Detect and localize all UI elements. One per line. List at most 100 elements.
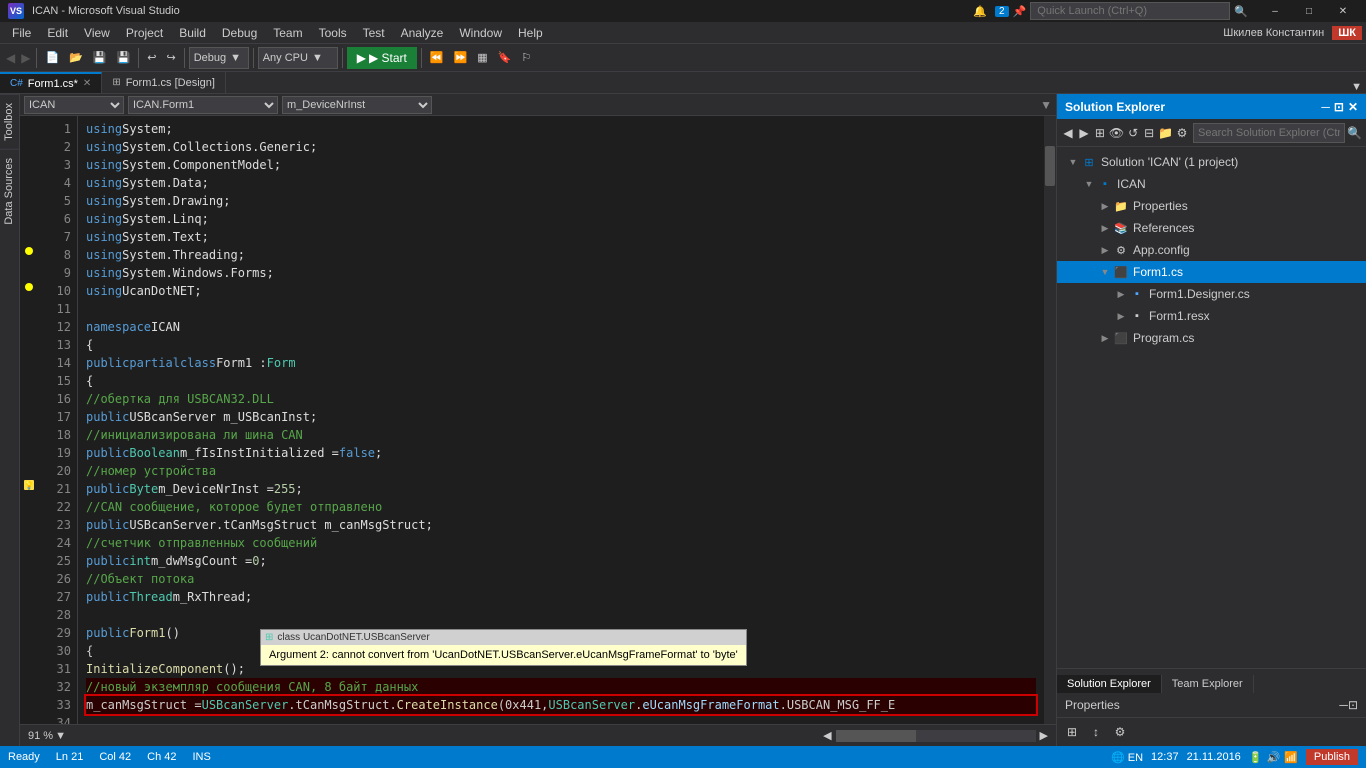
code-line-19: public Boolean m_fIsInstInitialized = fa…	[86, 444, 1036, 462]
status-bar: Ready Ln 21 Col 42 Ch 42 INS 🌐 EN 12:37 …	[0, 746, 1366, 768]
se-search-input[interactable]	[1193, 123, 1345, 143]
menu-file[interactable]: File	[4, 24, 39, 42]
title-bar: VS ICAN - Microsoft Visual Studio 🔔 2 📌 …	[0, 0, 1366, 22]
tree-item-6[interactable]: ▶▪Form1.Designer.cs	[1057, 283, 1366, 305]
publish-button[interactable]: Publish	[1306, 749, 1358, 765]
save-btn[interactable]: 💾	[89, 47, 111, 69]
class-selector[interactable]: ICAN.Form1	[128, 96, 278, 114]
toolbar-extra-2[interactable]: ⏩	[450, 47, 472, 69]
se-collapse[interactable]: ⊟	[1142, 122, 1156, 144]
tree-item-8[interactable]: ▶⬛Program.cs	[1057, 327, 1366, 349]
search-icon[interactable]: 🔍	[1234, 5, 1248, 18]
menu-window[interactable]: Window	[451, 24, 510, 42]
pin-icon[interactable]: 📌	[1013, 5, 1027, 18]
menu-edit[interactable]: Edit	[39, 24, 76, 42]
menu-tools[interactable]: Tools	[311, 24, 355, 42]
menu-project[interactable]: Project	[118, 24, 171, 42]
tab-form1-cs[interactable]: C# Form1.cs* ✕	[0, 72, 102, 93]
toolbar-extra-4[interactable]: 🔖	[494, 47, 516, 69]
toolbar-extra-1[interactable]: ⏪	[426, 47, 448, 69]
code-line-18: //инициализирована ли шина CAN	[86, 426, 1036, 444]
new-project-btn[interactable]: 📄	[41, 47, 63, 69]
menu-debug[interactable]: Debug	[214, 24, 265, 42]
tree-icon-file-resx: ▪	[1129, 308, 1145, 324]
h-scrollbar-thumb[interactable]	[836, 730, 916, 742]
forward-button[interactable]: ▶	[19, 51, 32, 65]
se-new-folder[interactable]: 📁	[1158, 122, 1173, 144]
tab-bar: C# Form1.cs* ✕ ⊞ Form1.cs [Design] ▼	[0, 72, 1366, 94]
save-all-btn[interactable]: 💾	[113, 47, 135, 69]
menu-analyze[interactable]: Analyze	[393, 24, 452, 42]
tab-list-button[interactable]: ▼	[1347, 81, 1366, 93]
toolbar-extra-5[interactable]: ⚐	[517, 47, 535, 69]
code-line-20: //номер устройства	[86, 462, 1036, 480]
open-btn[interactable]: 📂	[65, 47, 87, 69]
tree-item-3[interactable]: ▶📚References	[1057, 217, 1366, 239]
tree-item-2[interactable]: ▶📁Properties	[1057, 195, 1366, 217]
menu-test[interactable]: Test	[355, 24, 393, 42]
close-button[interactable]: ✕	[1328, 2, 1358, 20]
quick-launch-input[interactable]	[1030, 2, 1230, 20]
namespace-selector[interactable]: ICAN	[24, 96, 124, 114]
status-right: 🌐 EN 12:37 21.11.2016 🔋 🔊 📶 Publish	[1111, 749, 1358, 765]
code-line-12: namespace ICAN	[86, 318, 1036, 336]
zoom-bar: 91 % ▼ ◀ ▶	[20, 724, 1056, 746]
tab-form1-design[interactable]: ⊞ Form1.cs [Design]	[102, 72, 226, 93]
panel-float[interactable]: ⊡	[1334, 100, 1344, 114]
props-categorized[interactable]: ⊞	[1061, 721, 1083, 743]
zoom-arrow[interactable]: ▼	[55, 730, 66, 742]
toolbar-extra-3[interactable]: ▦	[473, 47, 491, 69]
minimize-button[interactable]: –	[1260, 2, 1290, 20]
nav-extra[interactable]: ▼	[1040, 98, 1052, 112]
se-properties[interactable]: ⊞	[1093, 122, 1107, 144]
editor-scrollbar[interactable]	[1044, 116, 1056, 724]
indicator-line8	[20, 242, 38, 260]
se-back[interactable]: ◀	[1061, 122, 1075, 144]
se-refresh[interactable]: ↺	[1126, 122, 1140, 144]
status-col: Col 42	[99, 751, 131, 763]
panel-pin[interactable]: ─	[1321, 100, 1330, 114]
tab-team-explorer[interactable]: Team Explorer	[1162, 675, 1254, 693]
datasources-tab[interactable]: Data Sources	[0, 149, 19, 233]
horizontal-scrollbar[interactable]	[836, 730, 1036, 742]
undo-btn[interactable]: ↩	[143, 47, 160, 69]
menu-view[interactable]: View	[76, 24, 118, 42]
code-line-33: m_canMsgStruct = USBcanServer.tCanMsgStr…	[86, 696, 1036, 714]
menu-help[interactable]: Help	[510, 24, 551, 42]
code-line-2: using System.Collections.Generic;	[86, 138, 1036, 156]
se-show-all[interactable]: 👁	[1109, 122, 1124, 144]
tree-item-1[interactable]: ▼▪ICAN	[1057, 173, 1366, 195]
menu-build[interactable]: Build	[171, 24, 214, 42]
member-selector[interactable]: m_DeviceNrInst	[282, 96, 432, 114]
tree-item-5[interactable]: ▼⬛Form1.cs	[1057, 261, 1366, 283]
se-settings[interactable]: ⚙	[1175, 122, 1189, 144]
tab-icon-cs: C#	[10, 78, 23, 89]
se-search-btn[interactable]: 🔍	[1347, 122, 1362, 144]
code-line-27: public Thread m_RxThread;	[86, 588, 1036, 606]
toolbox-tab[interactable]: Toolbox	[0, 94, 19, 149]
back-button[interactable]: ◀	[4, 51, 17, 65]
tree-item-0[interactable]: ▼⊞Solution 'ICAN' (1 project)	[1057, 151, 1366, 173]
props-extra[interactable]: ⚙	[1109, 721, 1131, 743]
props-pin[interactable]: ─	[1339, 698, 1348, 712]
config-dropdown[interactable]: Debug ▼	[189, 47, 249, 69]
se-forward[interactable]: ▶	[1077, 122, 1091, 144]
panel-close[interactable]: ✕	[1348, 100, 1358, 114]
props-float[interactable]: ⊡	[1348, 698, 1358, 712]
props-alphabetical[interactable]: ↕	[1085, 721, 1107, 743]
scrollbar-thumb[interactable]	[1045, 146, 1055, 186]
tab-close-0[interactable]: ✕	[83, 78, 91, 89]
redo-btn[interactable]: ↪	[163, 47, 180, 69]
notification-icon[interactable]: 🔔	[973, 5, 987, 18]
bottom-tabs: Solution Explorer Team Explorer	[1057, 668, 1366, 693]
scroll-right[interactable]: ▶	[1040, 729, 1048, 742]
start-button[interactable]: ▶ ▶ Start	[347, 47, 417, 69]
tree-item-4[interactable]: ▶⚙App.config	[1057, 239, 1366, 261]
menu-team[interactable]: Team	[265, 24, 310, 42]
tab-solution-explorer[interactable]: Solution Explorer	[1057, 675, 1162, 693]
maximize-button[interactable]: □	[1294, 2, 1324, 20]
platform-dropdown[interactable]: Any CPU ▼	[258, 47, 338, 69]
scroll-left[interactable]: ◀	[823, 729, 831, 742]
tree-item-7[interactable]: ▶▪Form1.resx	[1057, 305, 1366, 327]
code-area[interactable]: 💡 12345678910111213141516171819202122232…	[20, 116, 1056, 724]
